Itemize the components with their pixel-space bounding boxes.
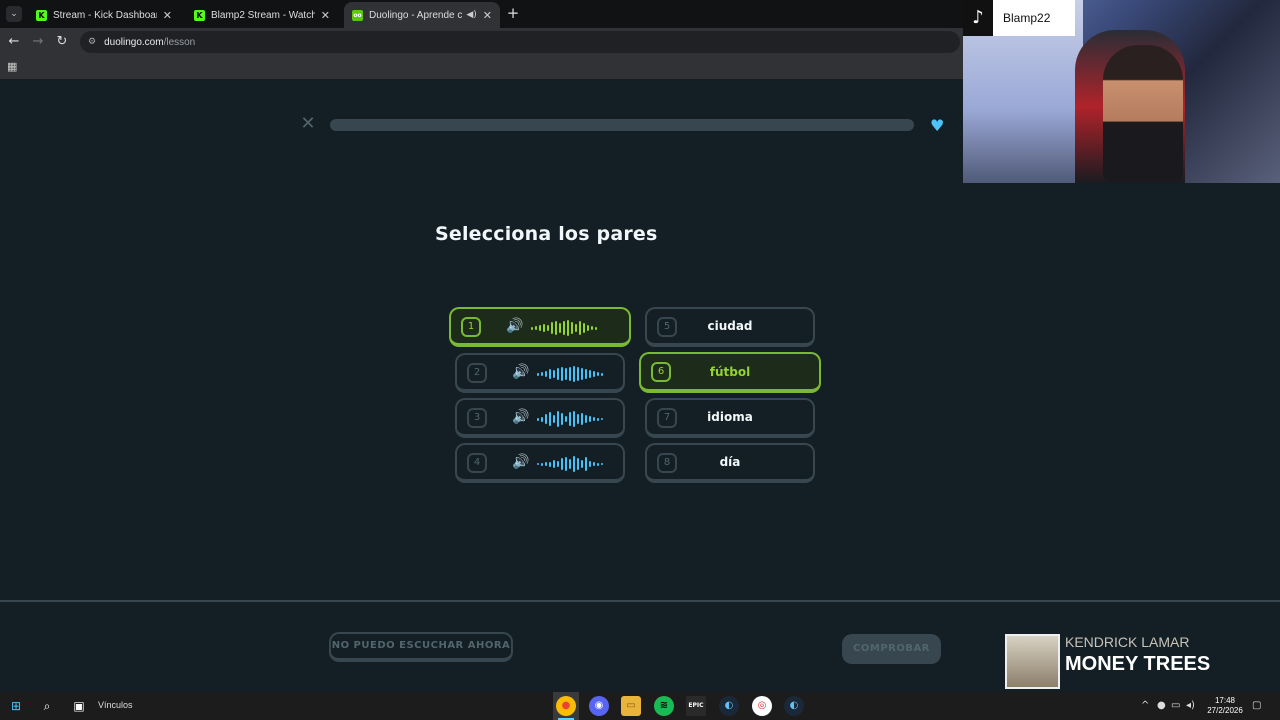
audio-card-4[interactable]: 4 🔊 xyxy=(455,443,625,483)
check-button[interactable]: COMPROBAR xyxy=(842,634,941,664)
word-card-5[interactable]: 5 ciudad xyxy=(645,307,815,347)
notification-icon[interactable]: ▢ xyxy=(1252,700,1261,711)
audio-card-2[interactable]: 2 🔊 xyxy=(455,353,625,393)
clock-date: 27/2/2026 xyxy=(1207,706,1243,715)
discord-icon[interactable]: ◉ xyxy=(589,696,609,716)
album-cover xyxy=(1005,634,1060,689)
footer-divider xyxy=(0,600,1280,602)
card-number: 2 xyxy=(467,363,487,383)
audio-waveform-icon xyxy=(537,409,603,429)
speaker-icon: 🔊 xyxy=(512,454,530,470)
forward-icon[interactable]: → xyxy=(30,34,46,50)
tab-kick-dashboard[interactable]: K Stream - Kick Dashboard ✕ xyxy=(28,2,180,28)
audio-card-1[interactable]: 1 🔊 xyxy=(449,307,631,347)
kick-icon: K xyxy=(36,9,47,21)
microphone-icon[interactable]: ● xyxy=(1157,700,1166,711)
skip-audio-button[interactable]: NO PUEDO ESCUCHAR AHORA xyxy=(329,632,513,662)
speaker-icon: 🔊 xyxy=(512,364,530,380)
card-number: 6 xyxy=(651,362,671,382)
windows-taskbar: ⊞ ⌕ ▣ Vínculos ● ◉ ▭ ≋ EPIC ◐ ◎ ◐ ^ ● ▭ … xyxy=(0,692,1280,720)
card-number: 1 xyxy=(461,317,481,337)
streamer-video xyxy=(1103,45,1183,183)
speaker-icon: 🔊 xyxy=(512,409,530,425)
lesson-progress-bar xyxy=(330,119,914,131)
webcam-overlay: ♪ Blamp22 xyxy=(963,0,1280,183)
tab-duolingo[interactable]: oo Duolingo - Aprende con le ◀) ✕ xyxy=(344,2,500,28)
close-icon[interactable]: ✕ xyxy=(321,9,330,22)
back-icon[interactable]: ← xyxy=(6,34,22,50)
audio-waveform-icon xyxy=(537,454,603,474)
card-number: 7 xyxy=(657,408,677,428)
audio-card-3[interactable]: 3 🔊 xyxy=(455,398,625,438)
close-lesson-icon[interactable]: ✕ xyxy=(299,115,317,133)
card-number: 4 xyxy=(467,453,487,473)
clock-time: 17:48 xyxy=(1214,696,1236,705)
taskbar-links-label[interactable]: Vínculos xyxy=(98,700,133,710)
spotify-icon[interactable]: ≋ xyxy=(654,696,674,716)
audio-waveform-icon xyxy=(537,364,603,384)
speaker-icon: 🔊 xyxy=(506,318,524,334)
word-card-6[interactable]: 6 fútbol xyxy=(639,352,821,393)
tab-title: Blamp2 Stream - Watch Live on xyxy=(211,9,315,21)
tiktok-icon: ♪ xyxy=(963,0,993,36)
new-tab-button[interactable]: + xyxy=(505,5,521,21)
heart-icon: ♥ xyxy=(930,116,945,135)
lesson-prompt: Selecciona los pares xyxy=(435,223,658,245)
now-playing-widget: KENDRICK LAMAR MONEY TREES xyxy=(1005,634,1270,689)
search-icon[interactable]: ⌕ xyxy=(38,697,56,715)
ea-app-icon[interactable]: ◎ xyxy=(752,696,772,716)
tray-chevron-icon[interactable]: ^ xyxy=(1141,700,1149,711)
word-card-8[interactable]: 8 día xyxy=(645,443,815,483)
address-bar[interactable]: ⚙ duolingo.com/lesson xyxy=(80,31,960,53)
network-icon[interactable]: ▭ xyxy=(1171,700,1180,711)
epic-games-icon[interactable]: EPIC xyxy=(686,696,706,716)
site-info-icon[interactable]: ⚙ xyxy=(88,37,96,47)
word-card-7[interactable]: 7 idioma xyxy=(645,398,815,438)
now-playing-song: MONEY TREES xyxy=(1065,653,1211,675)
speaker-icon[interactable]: ◀) xyxy=(466,10,476,20)
now-playing-artist: KENDRICK LAMAR xyxy=(1065,634,1190,650)
system-clock[interactable]: 17:48 27/2/2026 xyxy=(1205,696,1245,716)
card-number: 8 xyxy=(657,453,677,473)
volume-icon[interactable]: ◂) xyxy=(1186,700,1195,711)
windows-start-icon[interactable]: ⊞ xyxy=(7,697,25,715)
chrome-icon[interactable]: ● xyxy=(556,696,576,716)
card-number: 5 xyxy=(657,317,677,337)
url-host: duolingo.com xyxy=(104,36,164,48)
apps-grid-icon[interactable]: ▦ xyxy=(7,61,19,73)
tab-title: Duolingo - Aprende con le xyxy=(369,9,463,21)
tab-search-icon[interactable]: ⌄ xyxy=(6,6,22,22)
duolingo-icon: oo xyxy=(352,9,363,21)
steam-icon[interactable]: ◐ xyxy=(719,696,739,716)
reload-icon[interactable]: ↻ xyxy=(54,34,70,50)
streamer-badge: ♪ Blamp22 xyxy=(963,0,1075,36)
tab-title: Stream - Kick Dashboard xyxy=(53,9,157,21)
audio-waveform-icon xyxy=(531,318,597,338)
close-icon[interactable]: ✕ xyxy=(483,9,492,22)
url-path: /lesson xyxy=(163,36,196,48)
close-icon[interactable]: ✕ xyxy=(163,9,172,22)
card-number: 3 xyxy=(467,408,487,428)
task-view-icon[interactable]: ▣ xyxy=(70,697,88,715)
steam-icon-2[interactable]: ◐ xyxy=(784,696,804,716)
streamer-name: Blamp22 xyxy=(1003,11,1051,25)
kick-icon: K xyxy=(194,9,205,21)
file-explorer-icon[interactable]: ▭ xyxy=(621,696,641,716)
tab-blamp2-stream[interactable]: K Blamp2 Stream - Watch Live on ✕ xyxy=(186,2,338,28)
